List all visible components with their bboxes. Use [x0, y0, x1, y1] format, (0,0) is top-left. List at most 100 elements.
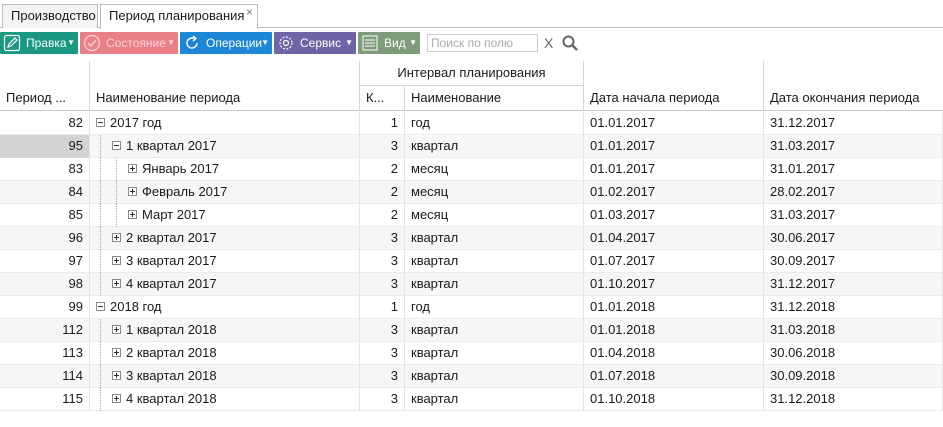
- cell-interval: квартал: [405, 250, 584, 273]
- service-label: Сервис: [300, 36, 342, 50]
- table-row[interactable]: 82 2017 год 1 год 01.01.2017 31.12.2017: [0, 112, 943, 135]
- table-row[interactable]: 112 1 квартал 2018 3 квартал 01.01.2018 31.03…: [0, 319, 943, 342]
- cell-id: 112: [0, 319, 90, 342]
- tree-guide-line: [100, 319, 101, 342]
- view-button[interactable]: Вид ▼: [358, 32, 420, 54]
- cell-start: 01.10.2018: [584, 388, 764, 411]
- column-header-interval[interactable]: Наименование: [405, 86, 584, 111]
- period-name: 2 квартал 2018: [126, 345, 217, 360]
- service-button[interactable]: Сервис ▼: [274, 32, 356, 54]
- tab-planning-period[interactable]: Период планирования ×: [100, 4, 258, 29]
- cell-interval: квартал: [405, 342, 584, 365]
- period-name: 1 квартал 2017: [126, 138, 217, 153]
- tab-production[interactable]: Производство: [2, 4, 98, 28]
- period-name: 2017 год: [110, 115, 162, 130]
- cell-id: 99: [0, 296, 90, 319]
- cell-k: 1: [360, 296, 405, 319]
- table-row[interactable]: 99 2018 год 1 год 01.01.2018 31.12.2018: [0, 296, 943, 319]
- cell-end: 31.12.2018: [764, 296, 943, 319]
- expand-icon[interactable]: [112, 371, 121, 381]
- cell-end: 30.09.2017: [764, 250, 943, 273]
- cell-id: 95: [0, 135, 90, 158]
- column-group-header: Интервал планирования: [360, 61, 584, 86]
- tree-guide-line: [100, 227, 101, 250]
- edit-button[interactable]: Правка ▼: [0, 32, 78, 54]
- cell-id: 114: [0, 365, 90, 388]
- cell-k: 3: [360, 319, 405, 342]
- period-name: 3 квартал 2017: [126, 253, 217, 268]
- column-header-name[interactable]: Наименование периода: [90, 61, 360, 111]
- tree-guide-line: [100, 158, 101, 181]
- expand-icon[interactable]: [112, 394, 121, 404]
- cell-k: 2: [360, 158, 405, 181]
- tree-guide-line: [116, 158, 117, 181]
- cell-id: 115: [0, 388, 90, 411]
- table-row[interactable]: 97 3 квартал 2017 3 квартал 01.07.2017 30.09.…: [0, 250, 943, 273]
- cell-k: 3: [360, 227, 405, 250]
- expand-icon[interactable]: [112, 348, 121, 358]
- period-name: 2 квартал 2017: [126, 230, 217, 245]
- cell-k: 3: [360, 342, 405, 365]
- check-circle-icon: [83, 34, 101, 52]
- expand-icon[interactable]: [112, 279, 121, 289]
- cell-interval: квартал: [405, 227, 584, 250]
- table-row[interactable]: 115 4 квартал 2018 3 квартал 01.10.2018 31.12…: [0, 388, 943, 411]
- expand-icon[interactable]: [112, 256, 121, 266]
- cell-interval: квартал: [405, 365, 584, 388]
- cell-end: 30.06.2018: [764, 342, 943, 365]
- period-name: 4 квартал 2017: [126, 276, 217, 291]
- column-header-end[interactable]: Дата окончания периода: [764, 61, 943, 111]
- state-label: Состояние: [106, 36, 166, 50]
- tab-label: Производство: [11, 8, 96, 23]
- tree-guide-line: [100, 342, 101, 365]
- tree-cell: Март 2017: [90, 204, 360, 227]
- cell-k: 3: [360, 365, 405, 388]
- cell-start: 01.10.2017: [584, 273, 764, 296]
- expand-icon[interactable]: [112, 325, 121, 335]
- column-header-k[interactable]: К...: [360, 86, 405, 111]
- expand-icon[interactable]: [128, 187, 137, 197]
- column-header-start[interactable]: Дата начала периода: [584, 61, 764, 111]
- cell-interval: месяц: [405, 204, 584, 227]
- cell-k: 3: [360, 250, 405, 273]
- collapse-icon[interactable]: [96, 302, 105, 312]
- cell-start: 01.01.2018: [584, 319, 764, 342]
- cell-interval: квартал: [405, 135, 584, 158]
- cell-start: 01.04.2018: [584, 342, 764, 365]
- operations-button[interactable]: Операции ▼: [180, 32, 272, 54]
- list-view-icon: [362, 35, 378, 51]
- table-row[interactable]: 98 4 квартал 2017 3 квартал 01.10.2017 31.12.…: [0, 273, 943, 296]
- clear-search-icon[interactable]: X: [544, 35, 553, 51]
- expand-icon[interactable]: [128, 210, 137, 220]
- expand-icon[interactable]: [112, 233, 121, 243]
- column-header-id[interactable]: Период ...: [0, 61, 90, 111]
- search-icon[interactable]: [561, 34, 579, 52]
- cell-start: 01.04.2017: [584, 227, 764, 250]
- table-row[interactable]: 84 Февраль 2017 2 месяц 01.02.2017 28.02.2017: [0, 181, 943, 204]
- expand-icon[interactable]: [128, 164, 137, 174]
- table-row[interactable]: 85 Март 2017 2 месяц 01.03.2017 31.03.2017: [0, 204, 943, 227]
- cell-id: 97: [0, 250, 90, 273]
- cell-interval: квартал: [405, 319, 584, 342]
- tree-guide-line: [100, 365, 101, 388]
- search-input[interactable]: Поиск по полю: [427, 34, 538, 52]
- tree-cell: 2018 год: [90, 296, 360, 319]
- table-row[interactable]: 83 Январь 2017 2 месяц 01.01.2017 31.01.2017: [0, 158, 943, 181]
- table-row[interactable]: 96 2 квартал 2017 3 квартал 01.04.2017 30.06.…: [0, 227, 943, 250]
- cell-interval: год: [405, 112, 584, 135]
- chevron-down-icon: ▼: [409, 38, 417, 47]
- tree-guide-line: [116, 181, 117, 204]
- table-row[interactable]: 114 3 квартал 2018 3 квартал 01.07.2018 30.09…: [0, 365, 943, 388]
- cell-end: 31.12.2017: [764, 273, 943, 296]
- cell-interval: год: [405, 296, 584, 319]
- collapse-icon[interactable]: [112, 141, 121, 151]
- tree-guide-line: [100, 250, 101, 273]
- collapse-icon[interactable]: [96, 118, 105, 128]
- tab-bar: Производство Период планирования ×: [0, 0, 943, 29]
- table-row[interactable]: 113 2 квартал 2018 3 квартал 01.04.2018 30.06…: [0, 342, 943, 365]
- tree-cell: 4 квартал 2018: [90, 388, 360, 411]
- state-button[interactable]: Состояние ▼: [80, 32, 178, 54]
- tree-guide-line: [100, 388, 101, 411]
- table-row[interactable]: 95 1 квартал 2017 3 квартал 01.01.2017 31.03.…: [0, 135, 943, 158]
- close-icon[interactable]: ×: [246, 5, 253, 19]
